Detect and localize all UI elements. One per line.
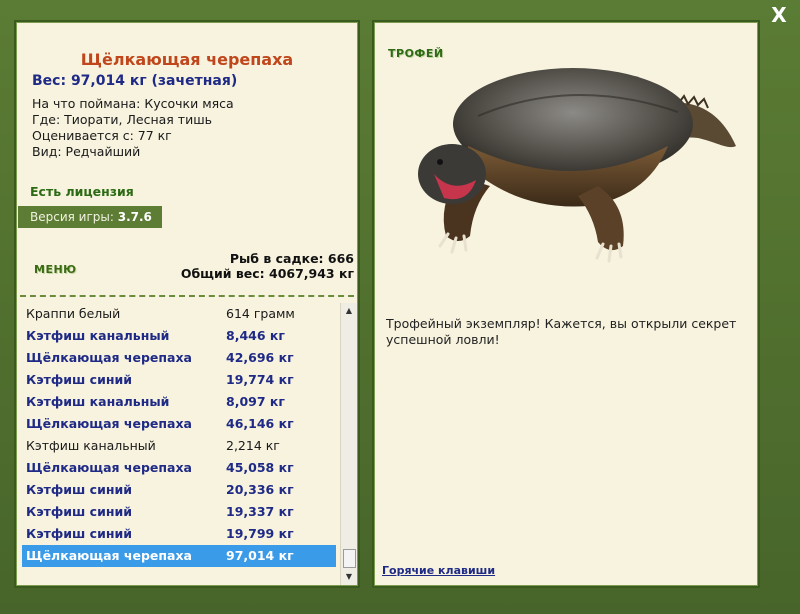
catch-fish-name: Кэтфиш канальный	[26, 438, 156, 453]
hotkeys-link[interactable]: Горячие клавиши	[382, 564, 495, 577]
license-status: Есть лицензия	[30, 184, 134, 199]
catch-list-row[interactable]: Щёлкающая черепаха 97,014 кг	[22, 545, 336, 567]
fish-price: Оценивается с: 77 кг	[32, 128, 172, 143]
catch-list-row[interactable]: Кэтфиш синий 19,337 кг	[22, 501, 336, 523]
catch-fish-name: Кэтфиш канальный	[26, 328, 170, 343]
catch-fish-weight: 19,774 кг	[226, 372, 294, 387]
total-weight: Общий вес: 4067,943 кг	[180, 266, 354, 281]
fish-count: Рыб в садке: 666	[229, 251, 354, 266]
menu-button[interactable]: МЕНЮ	[34, 263, 77, 276]
catch-fish-weight: 8,097 кг	[226, 394, 285, 409]
version-label: Версия игры:	[30, 210, 118, 224]
scrollbar[interactable]: ▲ ▼	[340, 303, 357, 585]
catch-list-row[interactable]: Кэтфиш канальный 8,097 кг	[22, 391, 336, 413]
catch-fish-name: Кэтфиш синий	[26, 372, 132, 387]
trophy-panel: ТРОФЕЙ Трофейный экземпляр! Кажется, вы …	[372, 20, 760, 588]
catch-fish-name: Кэтфиш канальный	[26, 394, 170, 409]
catch-list-row[interactable]: Щёлкающая черепаха 42,696 кг	[22, 347, 336, 369]
catch-fish-weight: 42,696 кг	[226, 350, 294, 365]
divider	[20, 295, 354, 297]
fish-weight: Вес: 97,014 кг (зачетная)	[32, 73, 238, 89]
fish-bait: На что поймана: Кусочки мяса	[32, 96, 234, 111]
catch-fish-weight: 46,146 кг	[226, 416, 294, 431]
catch-info-panel: Щёлкающая черепаха Вес: 97,014 кг (зачет…	[14, 20, 360, 588]
catch-fish-weight: 97,014 кг	[226, 548, 294, 563]
version-value: 3.7.6	[117, 210, 152, 224]
close-icon[interactable]: X	[768, 4, 790, 26]
catch-fish-name: Щёлкающая черепаха	[26, 350, 192, 365]
catch-list-row[interactable]: Кэтфиш синий 19,774 кг	[22, 369, 336, 391]
fish-place: Где: Тиорати, Лесная тишь	[32, 112, 212, 127]
fish-title: Щёлкающая черепаха	[80, 50, 294, 69]
catch-fish-name: Кэтфиш синий	[26, 504, 132, 519]
catch-fish-weight: 19,337 кг	[226, 504, 294, 519]
arrow-down-icon[interactable]: ▼	[341, 569, 357, 585]
catch-list-row[interactable]: Щёлкающая черепаха 45,058 кг	[22, 457, 336, 479]
catch-fish-name: Кэтфиш синий	[26, 526, 132, 541]
catch-list-row[interactable]: Щёлкающая черепаха 46,146 кг	[22, 413, 336, 435]
catch-list-row[interactable]: Краппи белый 614 грамм	[22, 303, 336, 325]
snapping-turtle-image	[418, 68, 736, 263]
catch-fish-name: Щёлкающая черепаха	[26, 460, 192, 475]
scrollbar-thumb[interactable]	[343, 549, 356, 568]
catch-fish-name: Кэтфиш синий	[26, 482, 132, 497]
catch-list-row[interactable]: Кэтфиш канальный 2,214 кг	[22, 435, 336, 457]
catch-fish-weight: 614 грамм	[226, 306, 295, 321]
catch-fish-weight: 45,058 кг	[226, 460, 294, 475]
trophy-description: Трофейный экземпляр! Кажется, вы открыли…	[386, 316, 737, 347]
catch-fish-name: Щёлкающая черепаха	[26, 416, 192, 431]
catch-fish-name: Щёлкающая черепаха	[26, 548, 192, 563]
catch-list-row[interactable]: Кэтфиш синий 20,336 кг	[22, 479, 336, 501]
catch-fish-name: Краппи белый	[26, 306, 121, 321]
version-badge: Версия игры: 3.7.6	[18, 206, 162, 228]
catch-list-row[interactable]: Кэтфиш канальный 8,446 кг	[22, 325, 336, 347]
arrow-up-icon[interactable]: ▲	[341, 303, 357, 319]
fish-kind: Вид: Редчайший	[32, 144, 141, 159]
catch-list-row[interactable]: Кэтфиш синий 19,799 кг	[22, 523, 336, 545]
keepnet-stats: Рыб в садке: 666 Общий вес: 4067,943 кг	[181, 251, 354, 281]
catch-fish-weight: 19,799 кг	[226, 526, 294, 541]
catch-fish-weight: 2,214 кг	[226, 438, 280, 453]
catch-list[interactable]: Краппи белый 614 грамм Кэтфиш канальный 8,4…	[18, 303, 338, 583]
catch-fish-weight: 8,446 кг	[226, 328, 285, 343]
catch-fish-weight: 20,336 кг	[226, 482, 294, 497]
